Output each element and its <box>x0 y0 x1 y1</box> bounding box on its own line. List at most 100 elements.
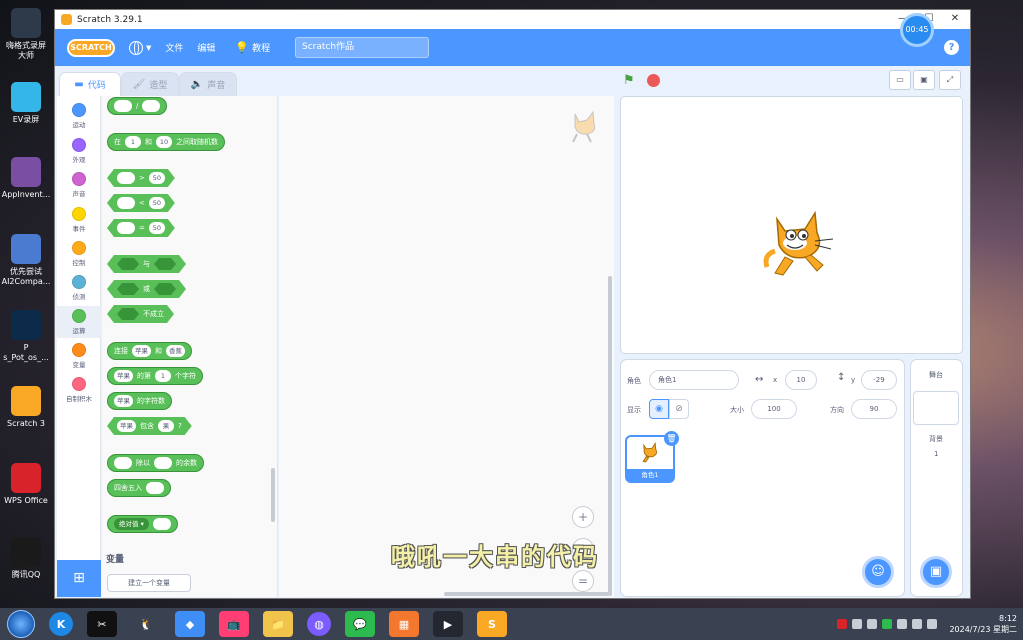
keyboard-tray-icon[interactable] <box>867 619 877 629</box>
clock[interactable]: 8:12 2024/7/23 星期二 <box>937 613 1023 635</box>
language-menu[interactable]: ▼ <box>129 40 151 55</box>
large-stage-button[interactable]: ▣ <box>913 70 935 90</box>
store-app-icon[interactable]: ▦ <box>389 611 419 637</box>
y-input[interactable]: -29 <box>861 370 897 390</box>
fullscreen-button[interactable]: ⤢ <box>939 70 961 90</box>
and-input-b[interactable] <box>154 258 176 270</box>
or-input-a[interactable] <box>117 283 139 295</box>
eq-input-b[interactable]: 50 <box>149 222 165 234</box>
mod-block[interactable]: 除以 的余数 <box>107 454 204 472</box>
direction-input[interactable]: 90 <box>851 399 897 419</box>
divide-input-b[interactable] <box>142 100 161 112</box>
stage[interactable] <box>620 96 963 354</box>
desktop-icon[interactable]: P s_Pot_os_... <box>0 310 52 363</box>
zoom-reset-button[interactable]: = <box>572 570 594 592</box>
or-input-b[interactable] <box>154 283 176 295</box>
random-input-to[interactable]: 10 <box>156 136 172 148</box>
palette-scrollbar[interactable] <box>271 468 275 522</box>
random-block[interactable]: 在 1 和 10 之间取随机数 <box>107 133 225 151</box>
eq-input-a[interactable] <box>117 222 135 234</box>
contains-input-a[interactable]: 苹果 <box>117 420 136 432</box>
length-input[interactable]: 苹果 <box>114 395 133 407</box>
zoom-in-button[interactable]: + <box>572 506 594 528</box>
tab-code[interactable]: ▬ 代码 <box>59 72 121 96</box>
round-block[interactable]: 四舍五入 <box>107 479 171 497</box>
choose-backdrop-button[interactable]: ▣ <box>920 556 952 588</box>
workspace-vertical-scrollbar[interactable] <box>608 276 612 596</box>
code-workspace[interactable]: + − = <box>279 96 614 597</box>
stop-icon[interactable] <box>647 74 660 87</box>
scratch-logo[interactable]: SCRATCH <box>67 38 115 57</box>
gt-input-b[interactable]: 50 <box>149 172 165 184</box>
show-hidden-button[interactable]: ⊘ <box>669 399 689 419</box>
sprite-thumbnail[interactable]: 角色1 🗑 <box>625 431 679 483</box>
network-tray-icon[interactable] <box>852 619 862 629</box>
not-input[interactable] <box>117 308 139 320</box>
and-input-a[interactable] <box>117 258 139 270</box>
category-item[interactable]: 外观 <box>57 135 101 167</box>
wechat-app-icon[interactable]: 💬 <box>345 611 375 637</box>
letter-of-block[interactable]: 苹果 的第 1 个字符 <box>107 367 203 385</box>
category-item[interactable]: 自制积木 <box>57 374 101 406</box>
round-input[interactable] <box>146 482 164 494</box>
small-stage-button[interactable]: ▭ <box>889 70 911 90</box>
gt-input-a[interactable] <box>117 172 135 184</box>
category-item[interactable]: 控制 <box>57 238 101 270</box>
file-menu[interactable]: 文件 <box>165 41 183 54</box>
category-item[interactable]: 变量 <box>57 340 101 372</box>
desktop-icon[interactable]: 腾讯QQ <box>0 537 52 580</box>
capcut-app-icon[interactable]: ✂ <box>87 611 117 637</box>
greater-than-block[interactable]: > 50 <box>107 169 175 187</box>
category-item[interactable]: 事件 <box>57 204 101 236</box>
kugou-app-icon[interactable]: K <box>49 612 73 636</box>
volume-tray-icon[interactable] <box>912 619 922 629</box>
wechat-tray-icon[interactable] <box>882 619 892 629</box>
letter-input-text[interactable]: 苹果 <box>114 370 133 382</box>
not-block[interactable]: 不成立 <box>107 305 174 323</box>
project-title-input[interactable]: Scratch作品 <box>295 37 429 58</box>
sprite-name-input[interactable]: 角色1 <box>649 370 739 390</box>
edit-menu[interactable]: 编辑 <box>197 41 215 54</box>
tab-sounds[interactable]: 🔈 声音 <box>179 72 237 96</box>
usb-tray-icon[interactable] <box>897 619 907 629</box>
recording-timer[interactable]: 00:45 <box>900 13 934 47</box>
equals-block[interactable]: = 50 <box>107 219 175 237</box>
recorder-app-icon[interactable]: ▶ <box>433 611 463 637</box>
and-block[interactable]: 与 <box>107 255 186 273</box>
contains-input-b[interactable]: 果 <box>158 420 174 432</box>
lt-input-a[interactable] <box>117 197 135 209</box>
math-op-dropdown[interactable]: 绝对值 ▾ <box>114 518 149 530</box>
or-block[interactable]: 或 <box>107 280 186 298</box>
desktop-icon[interactable]: Scratch 3 <box>0 386 52 429</box>
category-item[interactable]: 侦测 <box>57 272 101 304</box>
cat-sprite[interactable] <box>761 205 841 285</box>
size-input[interactable]: 100 <box>751 399 797 419</box>
backdrop-thumbnail[interactable] <box>913 391 959 425</box>
show-visible-button[interactable]: ◉ <box>649 399 669 419</box>
mod-input-b[interactable] <box>154 457 172 469</box>
divide-block[interactable]: / <box>107 97 168 115</box>
math-op-block[interactable]: 绝对值 ▾ <box>107 515 178 533</box>
join-input-b[interactable]: 香蕉 <box>166 345 185 357</box>
mod-input-a[interactable] <box>114 457 132 469</box>
divide-input-a[interactable] <box>114 100 132 112</box>
ime-tray-icon[interactable] <box>927 619 937 629</box>
less-than-block[interactable]: < 50 <box>107 194 175 212</box>
desktop-icon[interactable]: 嗨格式录屏 大师 <box>0 8 52 61</box>
category-item[interactable]: 运动 <box>57 100 101 132</box>
add-extension-button[interactable]: ⊞ <box>57 560 101 597</box>
category-item[interactable]: 声音 <box>57 169 101 201</box>
tutorials-menu[interactable]: 💡 教程 <box>235 41 270 54</box>
category-item[interactable]: 运算 <box>57 306 101 338</box>
letter-input-index[interactable]: 1 <box>155 370 171 382</box>
x-input[interactable]: 10 <box>785 370 817 390</box>
green-flag-icon[interactable]: ⚑ <box>623 73 635 88</box>
delete-sprite-button[interactable]: 🗑 <box>664 431 679 446</box>
math-op-input[interactable] <box>152 518 171 530</box>
random-input-from[interactable]: 1 <box>125 136 141 148</box>
browser-icon[interactable]: ◍ <box>307 612 331 636</box>
help-button[interactable]: ? <box>944 40 959 55</box>
lt-input-b[interactable]: 50 <box>149 197 165 209</box>
join-block[interactable]: 连接 苹果 和 香蕉 <box>107 342 192 360</box>
dingtalk-app-icon[interactable]: ◆ <box>175 611 205 637</box>
